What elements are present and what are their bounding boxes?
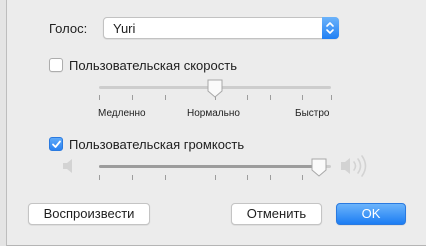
speech-options-sheet: Голос: Yuri Пользовательская скорость Ме… [6,0,426,246]
volume-tick [302,175,303,180]
rate-tick [99,95,100,100]
rate-tick [270,95,271,100]
play-button[interactable]: Воспроизвести [28,203,150,225]
custom-volume-checkbox[interactable] [49,137,63,151]
rate-tick [132,95,133,100]
volume-slider-knob[interactable] [310,158,328,178]
volume-slider-fill [99,165,320,168]
volume-tick [99,175,100,180]
volume-tick [247,175,248,180]
voice-label: Голос: [49,21,88,36]
rate-slider-knob[interactable] [206,79,224,99]
voice-popup-value: Yuri [113,21,136,36]
rate-fast-label: Быстро [295,108,330,119]
rate-tick [302,95,303,100]
rate-tick [331,95,332,100]
volume-tick [270,175,271,180]
rate-tick [165,95,166,100]
ok-button[interactable]: OK [336,203,406,225]
custom-volume-label: Пользовательская громкость [69,137,245,152]
custom-rate-label: Пользовательская скорость [69,58,237,73]
speaker-high-icon [341,155,367,177]
rate-normal-label: Нормально [187,108,240,119]
volume-tick [132,175,133,180]
popup-chevrons-icon [322,17,339,39]
cancel-button[interactable]: Отменить [231,203,322,225]
custom-rate-checkbox[interactable] [49,58,63,72]
voice-popup[interactable]: Yuri [103,17,339,39]
rate-tick [247,95,248,100]
volume-tick [215,175,216,180]
speaker-low-icon [63,159,72,173]
rate-slow-label: Медленно [98,108,146,119]
volume-tick [165,175,166,180]
